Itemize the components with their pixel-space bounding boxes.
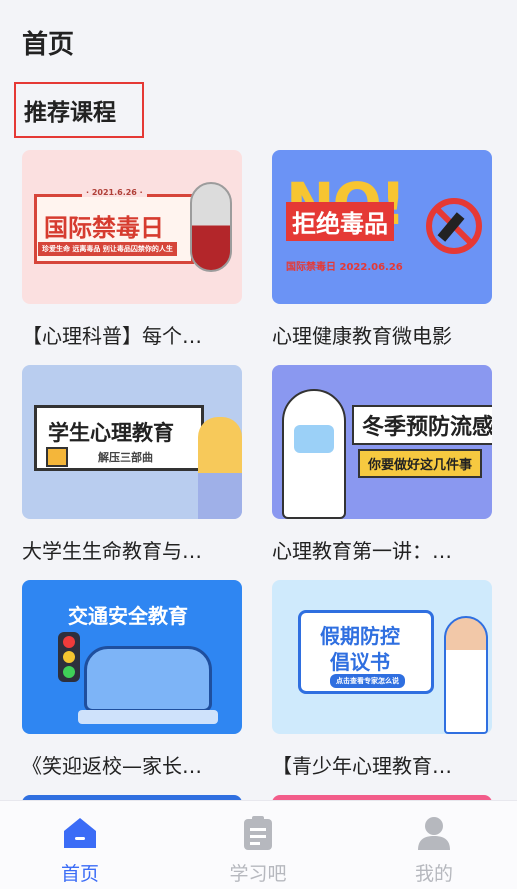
thumb-title: 冬季预防流感 <box>352 405 492 445</box>
course-thumbnail: 冬季预防流感 你要做好这几件事 <box>272 365 492 519</box>
home-icon <box>64 818 96 848</box>
course-title: 心理教育第一讲：… <box>272 539 452 563</box>
course-thumbnail: · 2021.6.26 · 国际禁毒日 珍爱生命 远离毒品 别让毒品囚禁你的人生 <box>22 150 242 304</box>
thumb-title: 交通安全教育 <box>68 604 188 628</box>
mask <box>294 425 334 453</box>
student-illustration <box>198 417 242 519</box>
course-thumbnail: 交通安全教育 <box>22 580 242 734</box>
tab-label: 学习吧 <box>229 863 287 885</box>
page-title: 首页 <box>22 30 75 60</box>
capsule-illustration <box>190 182 232 272</box>
thumb-subtitle: 珍爱生命 远离毒品 别让毒品囚禁你的人生 <box>38 242 177 256</box>
tab-label: 我的 <box>414 863 453 885</box>
course-title: 心理健康教育微电影 <box>272 324 452 348</box>
tab-study[interactable]: 学习吧 <box>198 801 318 889</box>
course-title: 【青少年心理教育… <box>272 754 452 778</box>
section-title-recommended-courses: 推荐课程 <box>14 82 144 138</box>
thumb-title: 学生心理教育 <box>48 421 174 445</box>
thumb-title: 假期防控 <box>320 624 400 648</box>
clipboard-icon <box>244 816 272 850</box>
book-icon <box>46 447 68 467</box>
thumb-subtitle: 国际禁毒日 2022.06.26 <box>286 262 403 273</box>
thumb-subtitle: 你要做好这几件事 <box>358 449 483 478</box>
bottom-tab-bar: 首页 学习吧 我的 <box>0 800 517 889</box>
thumb-subtitle: 点击查看专家怎么说 <box>330 674 405 688</box>
thumb-date: · 2021.6.26 · <box>82 188 147 197</box>
nurse-illustration <box>282 389 346 519</box>
car-bumper <box>78 710 218 724</box>
course-thumbnail: 假期防控 倡议书 点击查看专家怎么说 <box>272 580 492 734</box>
no-syringe-icon <box>426 198 482 254</box>
thumb-title: 拒绝毒品 <box>286 202 394 241</box>
traffic-light-icon <box>58 632 80 682</box>
course-thumbnail: NO! 拒绝毒品 国际禁毒日 2022.06.26 <box>272 150 492 304</box>
tab-home[interactable]: 首页 <box>20 801 140 889</box>
doctor-illustration <box>444 616 488 734</box>
user-icon <box>418 817 450 850</box>
thumb-subtitle: 解压三部曲 <box>98 451 153 464</box>
thumb-title: 国际禁毒日 <box>44 214 164 242</box>
tab-label: 首页 <box>60 863 99 885</box>
course-title: 【心理科普】每个… <box>22 324 202 348</box>
course-title: 《笑迎返校—家长… <box>22 754 202 778</box>
car-illustration <box>84 646 212 712</box>
tab-profile[interactable]: 我的 <box>374 801 494 889</box>
thumb-title-line2: 倡议书 <box>330 650 390 674</box>
course-title: 大学生生命教育与… <box>22 539 202 563</box>
section-title-text: 推荐课程 <box>24 100 116 126</box>
course-thumbnail: 学生心理教育 解压三部曲 <box>22 365 242 519</box>
